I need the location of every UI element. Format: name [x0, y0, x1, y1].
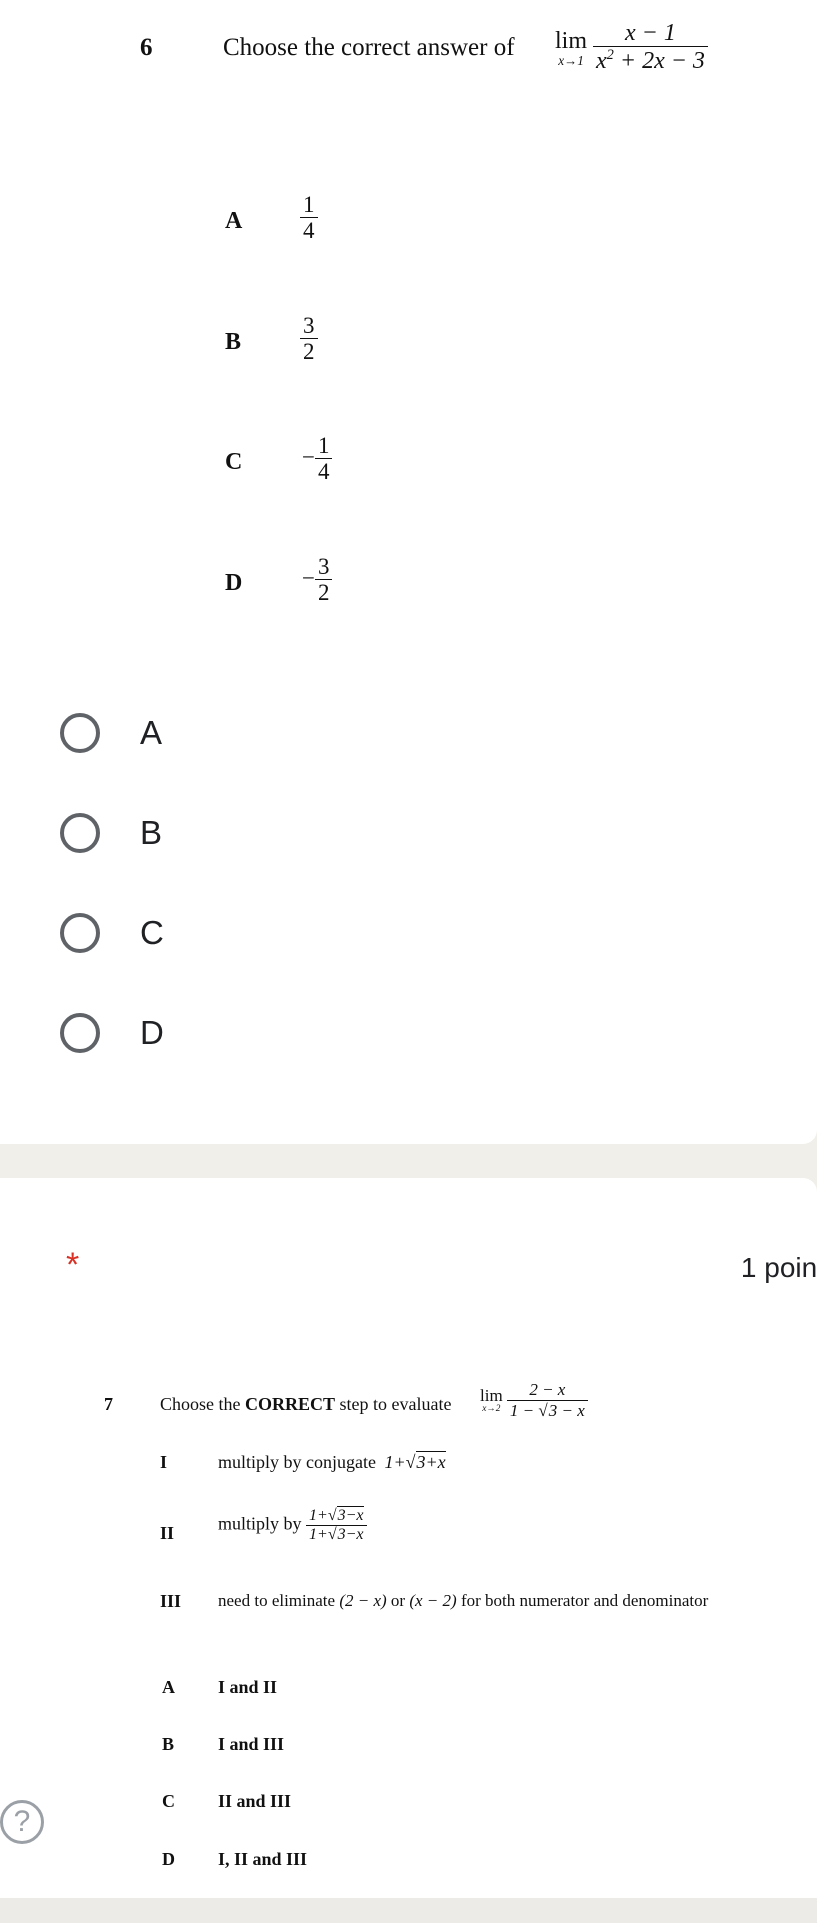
statement-text: multiply by 1+√3−x 1+√3−x	[218, 1506, 367, 1544]
statement-numeral: I	[160, 1452, 168, 1472]
statement-numeral: III	[160, 1591, 182, 1611]
radio-label: B	[140, 814, 163, 851]
radio-option-c[interactable]: C	[60, 903, 164, 963]
points-label: 1 point	[740, 1252, 817, 1283]
radio-circle-icon[interactable]	[60, 913, 100, 953]
option-letter: A	[162, 1677, 175, 1697]
limit-operator: lim x→1	[555, 27, 588, 68]
option-text: I and III	[218, 1734, 285, 1754]
option-value: −1 4	[302, 433, 333, 486]
radio-option-d[interactable]: D	[60, 1003, 164, 1063]
limit-operator: lim x→2	[480, 1385, 503, 1414]
question-prompt: Choose the CORRECT step to evaluate	[160, 1394, 452, 1414]
radio-circle-icon[interactable]	[60, 1013, 100, 1053]
required-asterisk: *	[66, 1246, 80, 1284]
option-value: 14	[300, 192, 318, 245]
option-letter: D	[162, 1849, 175, 1869]
option-letter: D	[225, 570, 243, 596]
statement-numeral: II	[160, 1523, 175, 1543]
limit-expression: lim x→2 2 − x 1 − √3 − x	[480, 1380, 588, 1420]
option-letter: C	[225, 449, 243, 475]
radio-circle-icon[interactable]	[60, 713, 100, 753]
option-letter: B	[162, 1734, 175, 1754]
radio-option-b[interactable]: B	[60, 803, 162, 863]
option-letter: C	[162, 1791, 175, 1811]
question-number: 6	[140, 34, 153, 61]
radio-label: D	[140, 1014, 164, 1051]
option-text: II and III	[218, 1791, 292, 1811]
bottom-bar	[0, 1898, 817, 1923]
option-text: I, II and III	[218, 1849, 308, 1869]
radio-label: C	[140, 914, 164, 951]
limit-fraction: 2 − x 1 − √3 − x	[506, 1380, 588, 1420]
option-value: 32	[300, 313, 318, 366]
help-icon[interactable]: ?	[0, 1800, 44, 1844]
option-text: I and II	[218, 1677, 278, 1697]
radio-circle-icon[interactable]	[60, 813, 100, 853]
radio-label: A	[140, 714, 163, 751]
question-card-6: 6 Choose the correct answer of lim x→1 x…	[0, 0, 817, 1144]
question-number: 7	[104, 1394, 113, 1414]
limit-expression: lim x→1 x − 1 x2 + 2x − 3	[555, 20, 708, 76]
option-letter: B	[225, 329, 242, 355]
question-prompt: Choose the correct answer of	[223, 34, 515, 61]
statement-text: multiply by conjugate 1+√3+x	[218, 1451, 446, 1472]
radio-option-a[interactable]: A	[60, 703, 162, 763]
question-card-7	[0, 1178, 817, 1898]
limit-fraction: x − 1 x2 + 2x − 3	[593, 20, 708, 76]
option-letter: A	[225, 208, 243, 234]
option-value: −3 2	[302, 554, 333, 607]
statement-text: need to eliminate (2 − x) or (x − 2) for…	[218, 1591, 709, 1610]
